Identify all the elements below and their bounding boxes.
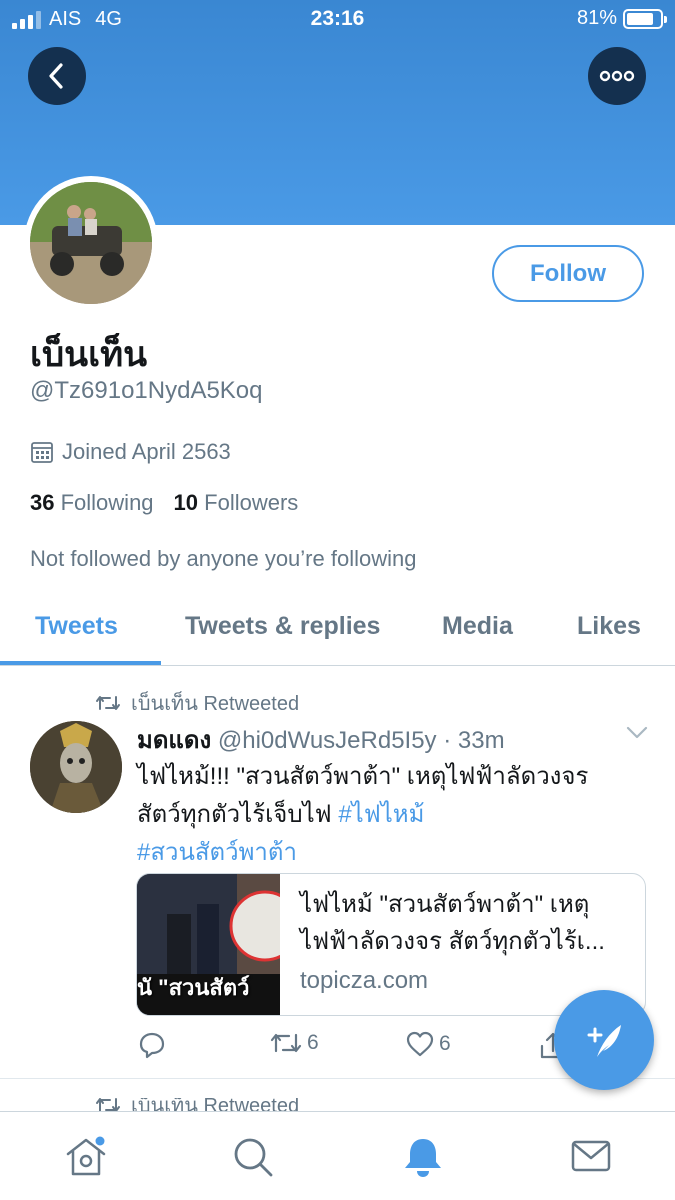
tweet-author-avatar[interactable] — [30, 721, 122, 813]
link-card-domain: topicza.com — [300, 967, 429, 994]
link-card-title: ไฟไหม้ "สวนสัตว์พาต้า" เหตุไฟฟ้าลัดวงจร … — [300, 891, 605, 955]
hashtag-link[interactable]: #สวนสัตว์พาต้า — [137, 839, 297, 866]
retweet-icon — [96, 1098, 120, 1112]
tab-likes[interactable]: Likes — [577, 612, 641, 641]
following-link[interactable]: 36 Following — [30, 490, 154, 516]
tab-messages[interactable] — [569, 1136, 613, 1181]
retweet-context-label: เบ็นเท็น Retweeted — [131, 1098, 300, 1112]
battery-percent: 81% — [576, 7, 617, 29]
joined-date: Joined April 2563 — [30, 439, 231, 465]
battery-icon — [623, 8, 667, 29]
link-card-image-text: นั "สวนสัตว์ — [137, 975, 250, 1000]
tab-tweets[interactable]: Tweets — [35, 612, 118, 641]
status-time: 23:16 — [310, 7, 365, 30]
back-button[interactable] — [28, 47, 86, 105]
following-label: Following — [60, 490, 154, 515]
home-icon — [66, 1136, 106, 1176]
tab-search[interactable] — [232, 1136, 274, 1183]
profile-avatar[interactable] — [24, 176, 158, 310]
messages-icon — [571, 1140, 611, 1172]
bottom-tab-bar — [0, 1111, 675, 1200]
followers-link[interactable]: 10 Followers — [174, 490, 299, 516]
back-icon — [49, 63, 63, 89]
chevron-down-icon[interactable] — [626, 726, 648, 740]
avatar-image — [30, 182, 152, 304]
link-card-image: นั "สวนสัตว์ — [137, 874, 280, 1015]
compose-tweet-button[interactable] — [554, 990, 654, 1090]
like-icon — [406, 1031, 434, 1057]
profile-handle: @Tz691o1NydA5Koq — [30, 377, 263, 404]
followers-count: 10 — [173, 490, 199, 515]
tab-notifications[interactable] — [401, 1136, 445, 1183]
not-followed-note: Not followed by anyone you’re following — [30, 546, 417, 571]
tab-tweets-replies[interactable]: Tweets & replies — [185, 612, 380, 641]
more-icon — [599, 70, 635, 82]
tab-media[interactable]: Media — [442, 612, 513, 641]
reply-button[interactable] — [137, 1030, 167, 1060]
like-button[interactable]: 6 — [405, 1030, 451, 1058]
more-options-button[interactable] — [588, 47, 646, 105]
link-card[interactable]: นั "สวนสัตว์ ไฟไหม้ "สวนสัตว์พาต้า" เหตุ… — [136, 873, 646, 1016]
retweet-icon — [270, 1033, 302, 1053]
followers-label: Followers — [204, 490, 299, 515]
retweet-icon — [96, 696, 120, 710]
follow-button[interactable]: Follow — [492, 245, 644, 302]
tab-home[interactable] — [64, 1136, 108, 1183]
tweet-actions: 6 6 — [137, 1030, 617, 1064]
tweet-author-name[interactable]: มดแดง — [137, 727, 211, 754]
calendar-icon — [31, 442, 53, 463]
tweet-text-line1: ไฟไหม้!!! "สวนสัตว์พาต้า" เหตุไฟฟ้าลัดวง… — [137, 763, 589, 790]
retweet-count: 6 — [307, 1031, 319, 1054]
retweet-context: เบ็นเท็น Retweeted — [95, 687, 299, 719]
notifications-icon — [405, 1139, 441, 1177]
retweet-context: เบ็นเท็น Retweeted — [95, 1098, 299, 1112]
reply-icon — [139, 1032, 165, 1059]
tweet-text-line2: สัตว์ทุกตัวไร้เจ็บไฟ — [137, 801, 339, 828]
search-icon — [234, 1138, 273, 1177]
following-count: 36 — [30, 490, 55, 515]
active-tab-indicator — [0, 661, 161, 665]
tweet-text: ไฟไหม้!!! "สวนสัตว์พาต้า" เหตุไฟฟ้าลัดวง… — [137, 758, 647, 872]
status-bar: AIS 4G 23:16 81% — [0, 0, 675, 38]
tweet-author-meta: @hi0dWusJeRd5I5y · 33m — [217, 727, 505, 754]
profile-display-name: เบ็นเท็น — [30, 335, 148, 374]
follow-counts: 36 Following 10 Followers — [30, 490, 298, 516]
compose-icon — [587, 1025, 621, 1057]
profile-tabs: Tweets Tweets & replies Media Likes — [0, 598, 675, 666]
retweet-context-label: เบ็นเท็น Retweeted — [131, 693, 300, 715]
like-count: 6 — [439, 1032, 451, 1055]
retweet-button[interactable]: 6 — [269, 1030, 319, 1056]
hashtag-link[interactable]: #ไฟไหม้ — [338, 801, 424, 828]
joined-label: Joined April 2563 — [62, 439, 231, 464]
tweet-header: มดแดง @hi0dWusJeRd5I5y · 33m — [137, 720, 505, 759]
